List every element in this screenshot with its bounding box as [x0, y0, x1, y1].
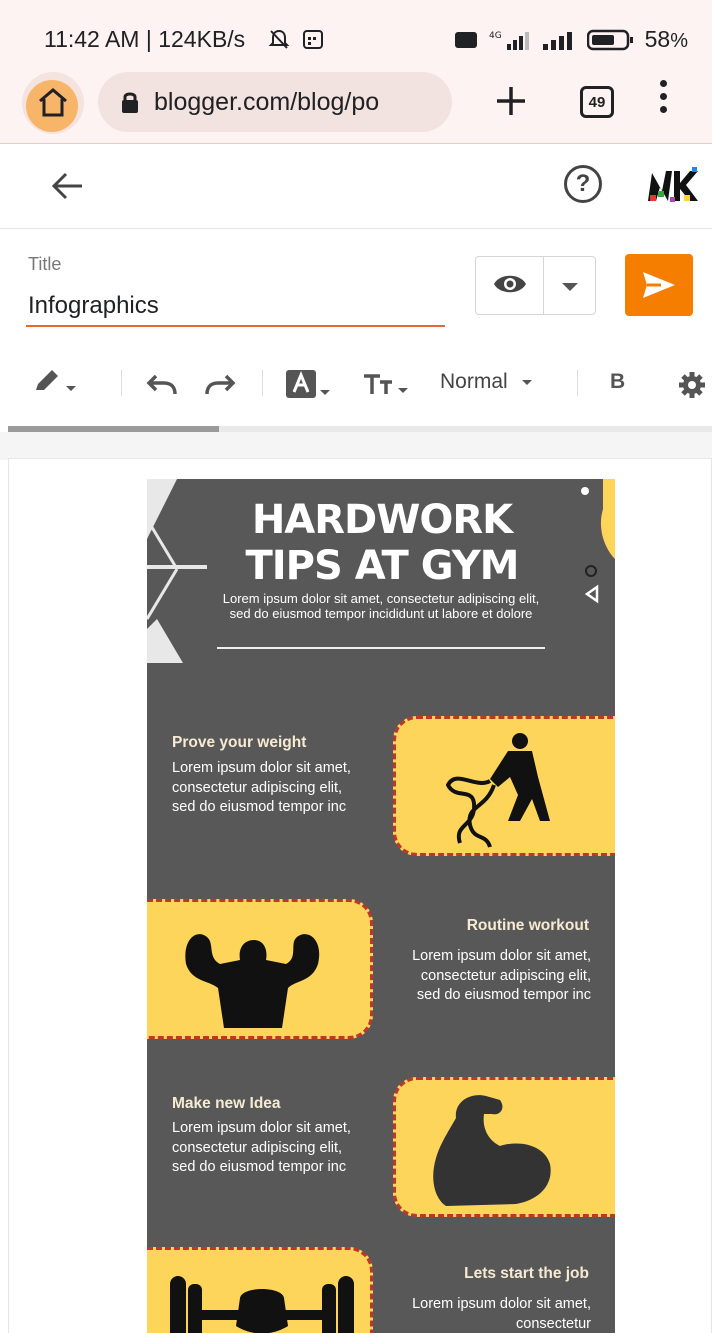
- section-body: Lorem ipsum dolor sit amet, consectetur …: [172, 1120, 351, 1175]
- editor-gutter: [0, 432, 712, 460]
- new-tab-icon[interactable]: [494, 84, 528, 118]
- paragraph-style-value: Normal: [440, 370, 508, 393]
- text-size-button[interactable]: [362, 372, 408, 402]
- svg-text:4G: 4G: [489, 31, 502, 41]
- preview-separator: [543, 257, 544, 314]
- bold-button[interactable]: B: [610, 370, 625, 394]
- browser-toolbar: blogger.com/blog/po 49: [0, 62, 712, 144]
- back-arrow-icon[interactable]: [50, 171, 84, 201]
- url-text: blogger.com/blog/po: [154, 87, 380, 116]
- battery-unit: %: [670, 30, 688, 52]
- chevron-down-icon[interactable]: [562, 283, 578, 291]
- mute-icon: [268, 29, 290, 49]
- paragraph-style-select[interactable]: Normal: [440, 370, 532, 394]
- home-button[interactable]: [22, 72, 84, 134]
- calendar-icon: [303, 30, 323, 49]
- section-body: Lorem ipsum dolor sit amet, consectetur: [412, 1296, 591, 1332]
- status-indicators: 4G 58%: [454, 26, 688, 53]
- decorative-shapes: [581, 479, 615, 604]
- toolbar-divider: [262, 370, 263, 396]
- battery-level: 58%: [644, 26, 688, 52]
- section-panel: [147, 899, 373, 1039]
- status-time: 11:42 AM | 124KB/s: [44, 26, 246, 52]
- section-panel: [393, 1077, 615, 1217]
- toolbar-divider: [121, 370, 122, 396]
- pencil-mode-button[interactable]: [32, 368, 76, 400]
- infographic-title: HARDWORK TIPS AT GYM: [245, 497, 519, 589]
- bodybuilder-flex-icon: [185, 934, 320, 1028]
- infographic-subtitle: Lorem ipsum dolor sit amet, consectetur …: [222, 591, 540, 621]
- infographic-divider: [217, 647, 545, 649]
- section-body: Lorem ipsum dolor sit amet, consectetur …: [172, 760, 351, 815]
- text-size-icon: [364, 374, 392, 394]
- section-title: Prove your weight: [172, 734, 307, 751]
- eye-icon: [494, 275, 526, 293]
- editor-header: ?: [0, 145, 712, 229]
- redo-icon[interactable]: [204, 372, 236, 396]
- more-menu-icon[interactable]: [660, 80, 670, 119]
- section-title: Lets start the job: [464, 1265, 589, 1282]
- section-title: Make new Idea: [172, 1095, 281, 1112]
- lock-icon: [122, 92, 138, 113]
- address-bar[interactable]: blogger.com/blog/po: [98, 72, 452, 132]
- title-input[interactable]: Infographics: [28, 292, 159, 320]
- tab-switcher-button[interactable]: 49: [580, 86, 614, 118]
- undo-icon[interactable]: [146, 372, 178, 396]
- help-icon[interactable]: ?: [564, 165, 602, 203]
- signal-icon: [542, 31, 572, 50]
- battle-rope-athlete-icon: [446, 733, 550, 848]
- section-body: Lorem ipsum dolor sit amet, consectetur …: [412, 948, 591, 1003]
- avatar[interactable]: [644, 161, 700, 209]
- formatting-toolbar: Normal B: [0, 360, 712, 410]
- flexed-arm-icon: [433, 1095, 551, 1206]
- send-icon: [643, 272, 675, 298]
- title-label: Title: [28, 254, 62, 274]
- text-color-button[interactable]: [286, 370, 330, 404]
- section-title: Routine workout: [466, 917, 589, 934]
- toolbar-divider: [577, 370, 578, 396]
- home-icon: [39, 88, 67, 117]
- section-panel: [393, 716, 615, 856]
- decorative-lines: [147, 479, 207, 663]
- preview-button[interactable]: [475, 256, 596, 315]
- text-color-icon: [286, 370, 316, 398]
- title-underline: [26, 325, 445, 327]
- infographic-image[interactable]: HARDWORK TIPS AT GYM Lorem ipsum dolor si…: [147, 479, 615, 1333]
- pencil-icon: [36, 370, 58, 390]
- volte-icon: [454, 31, 477, 48]
- settings-gear-icon[interactable]: [677, 370, 707, 400]
- publish-button[interactable]: [625, 254, 693, 316]
- battery-icon: [586, 29, 633, 50]
- section-panel: [147, 1247, 373, 1333]
- dumbbell-icon: [170, 1276, 354, 1333]
- signal-4g-icon: 4G: [489, 31, 529, 50]
